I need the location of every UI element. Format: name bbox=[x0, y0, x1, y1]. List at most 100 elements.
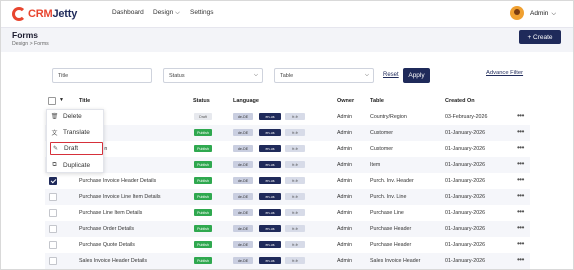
language-chip[interactable]: fr-fr bbox=[285, 129, 305, 136]
row-created-on: 01-January-2026 bbox=[445, 210, 486, 216]
bulk-actions-chevron-icon[interactable]: ▼ bbox=[59, 97, 64, 103]
nav-dashboard[interactable]: Dashboard bbox=[112, 9, 144, 16]
language-chip[interactable]: fr-fr bbox=[285, 161, 305, 168]
col-header-created-on[interactable]: Created On bbox=[445, 98, 475, 104]
language-chip[interactable]: de-DE bbox=[233, 193, 253, 200]
language-chip[interactable]: en-us bbox=[259, 145, 281, 152]
col-header-title[interactable]: Title bbox=[79, 98, 90, 104]
user-menu[interactable]: Admin ⌵ bbox=[530, 10, 556, 18]
language-chip[interactable]: de-DE bbox=[233, 113, 253, 120]
more-actions-icon[interactable]: ••• bbox=[517, 223, 524, 232]
language-chip[interactable]: en-us bbox=[259, 177, 281, 184]
table-row[interactable]: Purchase Invoice Line Item Details Publis… bbox=[45, 189, 530, 205]
apply-button[interactable]: Apply bbox=[403, 68, 430, 83]
language-chip[interactable]: fr-fr bbox=[285, 145, 305, 152]
table-row[interactable]: Purchase Order Details Publish de-DE en-us f… bbox=[45, 221, 530, 237]
more-actions-icon[interactable]: ••• bbox=[517, 127, 524, 136]
language-chip[interactable]: de-DE bbox=[233, 241, 253, 248]
col-header-table[interactable]: Table bbox=[370, 98, 384, 104]
more-actions-icon[interactable]: ••• bbox=[517, 143, 524, 152]
nav-settings[interactable]: Settings bbox=[190, 9, 214, 16]
menu-item-delete[interactable]: 🗑 Delete bbox=[50, 110, 103, 123]
nav-design[interactable]: Design ⌵ bbox=[153, 9, 180, 17]
language-chip[interactable]: de-DE bbox=[233, 257, 253, 264]
row-title[interactable]: Purchase Order Details bbox=[79, 226, 134, 232]
language-chip[interactable]: fr-fr bbox=[285, 193, 305, 200]
col-header-owner[interactable]: Owner bbox=[337, 98, 354, 104]
menu-item-draft[interactable]: ✎ Draft bbox=[50, 142, 103, 155]
language-chip[interactable]: de-DE bbox=[233, 209, 253, 216]
language-chip[interactable]: en-us bbox=[259, 257, 281, 264]
col-header-language[interactable]: Language bbox=[233, 98, 259, 104]
draft-icon: ✎ bbox=[52, 146, 59, 152]
title-filter-input[interactable]: Title bbox=[52, 68, 152, 83]
select-all-checkbox[interactable] bbox=[48, 97, 56, 105]
table-row[interactable]: lsPublishde-DEen-usfr-frAdminItem01-Janu… bbox=[45, 157, 530, 173]
breadcrumb[interactable]: Design > Forms bbox=[12, 41, 49, 47]
language-chip[interactable]: en-us bbox=[259, 161, 281, 168]
language-chip[interactable]: en-us bbox=[259, 193, 281, 200]
row-title[interactable]: Purchase Invoice Line Item Details bbox=[79, 194, 161, 200]
row-table: Purchase Header bbox=[370, 242, 412, 248]
language-chip[interactable]: en-us bbox=[259, 241, 281, 248]
language-chip[interactable]: fr-fr bbox=[285, 177, 305, 184]
more-actions-icon[interactable]: ••• bbox=[517, 239, 524, 248]
status-badge: Publish bbox=[194, 177, 212, 184]
row-checkbox[interactable] bbox=[49, 241, 57, 249]
table-row[interactable]: ntryDraftde-DEen-usfr-frAdminCountry/Reg… bbox=[45, 109, 530, 125]
row-checkbox[interactable] bbox=[49, 177, 57, 185]
crmjetty-logo[interactable]: CRMJetty bbox=[12, 5, 77, 23]
menu-item-duplicate[interactable]: ⧉ Duplicate bbox=[50, 159, 103, 172]
language-chip[interactable]: en-us bbox=[259, 209, 281, 216]
advance-filter-link[interactable]: Advance Filter bbox=[486, 70, 523, 76]
row-checkbox[interactable] bbox=[49, 193, 57, 201]
status-badge: Publish bbox=[194, 225, 212, 232]
language-chip[interactable]: de-DE bbox=[233, 177, 253, 184]
table-row[interactable]: Purchase Quote Details Publish de-DE en-us f… bbox=[45, 237, 530, 253]
language-chip[interactable]: de-DE bbox=[233, 145, 253, 152]
language-chip[interactable]: de-DE bbox=[233, 161, 253, 168]
language-chip[interactable]: fr-fr bbox=[285, 225, 305, 232]
page-header bbox=[0, 28, 574, 52]
language-chip[interactable]: de-DE bbox=[233, 129, 253, 136]
language-chip[interactable]: fr-fr bbox=[285, 113, 305, 120]
row-owner: Admin bbox=[337, 210, 353, 216]
table-filter-select[interactable]: Table ⌵ bbox=[274, 68, 374, 83]
reset-link[interactable]: Reset bbox=[383, 72, 399, 78]
language-chip[interactable]: en-us bbox=[259, 129, 281, 136]
language-chip[interactable]: fr-fr bbox=[285, 241, 305, 248]
more-actions-icon[interactable]: ••• bbox=[517, 111, 524, 120]
user-avatar[interactable] bbox=[510, 6, 524, 20]
table-row[interactable]: r ProfilePublishde-DEen-usfr-frAdminCust… bbox=[45, 125, 530, 141]
row-title[interactable]: Purchase Invoice Header Details bbox=[79, 178, 156, 184]
row-title[interactable]: Sales Invoice Header Details bbox=[79, 258, 147, 264]
row-owner: Admin bbox=[337, 258, 353, 264]
table-row[interactable]: RegistrationPublishde-DEen-usfr-frAdminC… bbox=[45, 141, 530, 157]
more-actions-icon[interactable]: ••• bbox=[517, 191, 524, 200]
menu-item-translate[interactable]: 文 Translate bbox=[50, 126, 103, 139]
status-filter-select[interactable]: Status ⌵ bbox=[163, 68, 263, 83]
more-actions-icon[interactable]: ••• bbox=[517, 175, 524, 184]
table-row[interactable]: Purchase Line Item Details Publish de-DE en… bbox=[45, 205, 530, 221]
table-row[interactable]: Sales Invoice Header Details Publish de-DE… bbox=[45, 253, 530, 269]
translate-icon: 文 bbox=[51, 131, 58, 137]
status-badge: Publish bbox=[194, 209, 212, 216]
more-actions-icon[interactable]: ••• bbox=[517, 207, 524, 216]
language-chip[interactable]: fr-fr bbox=[285, 209, 305, 216]
row-checkbox[interactable] bbox=[49, 257, 57, 265]
row-title[interactable]: Purchase Line Item Details bbox=[79, 210, 142, 216]
row-title[interactable]: Purchase Quote Details bbox=[79, 242, 135, 248]
create-button[interactable]: + Create bbox=[519, 30, 561, 44]
page-title: Forms bbox=[12, 30, 38, 40]
table-row[interactable]: Purchase Invoice Header Details Publish de… bbox=[45, 173, 530, 189]
language-chip[interactable]: en-us bbox=[259, 113, 281, 120]
col-header-status[interactable]: Status bbox=[193, 98, 210, 104]
more-actions-icon[interactable]: ••• bbox=[517, 255, 524, 264]
row-checkbox[interactable] bbox=[49, 209, 57, 217]
more-actions-icon[interactable]: ••• bbox=[517, 159, 524, 168]
language-chip[interactable]: de-DE bbox=[233, 225, 253, 232]
menu-item-delete-label: Delete bbox=[63, 113, 82, 120]
language-chip[interactable]: en-us bbox=[259, 225, 281, 232]
language-chip[interactable]: fr-fr bbox=[285, 257, 305, 264]
row-checkbox[interactable] bbox=[49, 225, 57, 233]
